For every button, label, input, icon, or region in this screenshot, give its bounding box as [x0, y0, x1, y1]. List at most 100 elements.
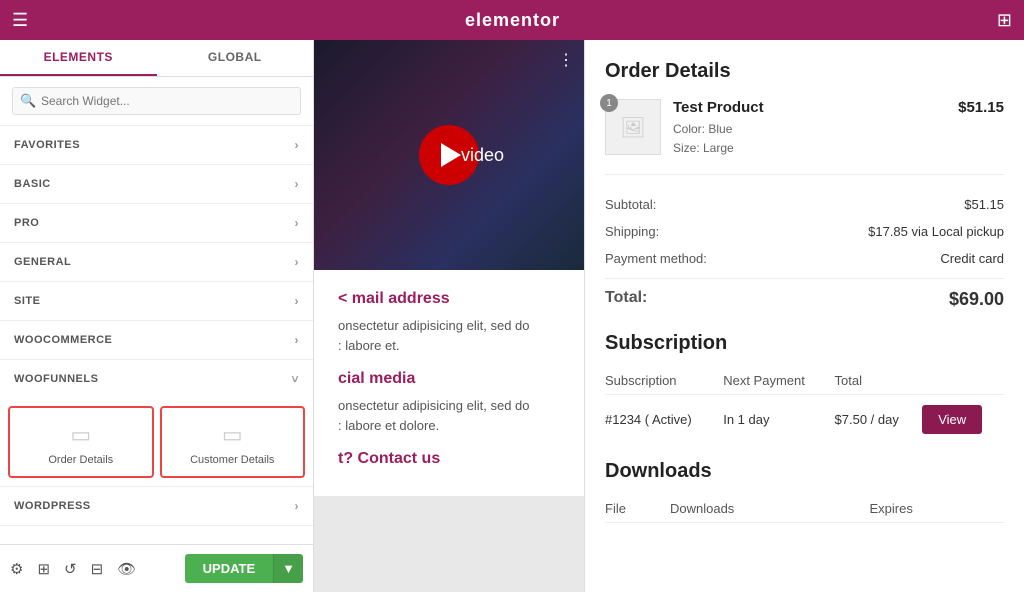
grid-icon[interactable]: ⊞ [997, 10, 1012, 31]
tab-elements[interactable]: ELEMENTS [0, 40, 157, 76]
sidebar-section-header-basic[interactable]: BASIC › [0, 165, 313, 203]
chevron-right-icon: › [295, 255, 300, 269]
product-badge: 1 [600, 94, 618, 112]
site-label: SITE [14, 295, 40, 307]
canvas-section3-title: t? Contact us [338, 450, 560, 468]
right-panel: Order Details 1 🖼 Test Product Color: Bl… [584, 40, 1024, 592]
downloads-col-downloads: Downloads [670, 495, 870, 523]
sidebar-section-basic: BASIC › [0, 165, 313, 204]
update-button-group: UPDATE ▼ [185, 554, 303, 583]
top-bar: ☰ elementor ⊞ [0, 0, 1024, 40]
payment-value: Credit card [940, 251, 1004, 266]
widget-customer-details-icon: ▭ [222, 422, 243, 448]
shipping-label: Shipping: [605, 224, 659, 239]
update-arrow-button[interactable]: ▼ [273, 554, 303, 583]
sub-view-cell: View [922, 395, 1004, 445]
product-color: Color: Blue [673, 120, 958, 139]
chevron-right-icon: › [295, 177, 300, 191]
sidebar-section-woocommerce: WOOCOMMERCE › [0, 321, 313, 360]
view-subscription-button[interactable]: View [922, 405, 982, 434]
play-triangle-icon [441, 143, 461, 167]
chevron-right-icon: › [295, 333, 300, 347]
order-line-subtotal: Subtotal: $51.15 [605, 191, 1004, 218]
widgets-grid: ▭ Order Details ▭ Customer Details [0, 398, 313, 486]
responsive-icon[interactable]: ⊟ [91, 560, 104, 578]
sidebar-section-header-woocommerce[interactable]: WOOCOMMERCE › [0, 321, 313, 359]
woocommerce-label: WOOCOMMERCE [14, 334, 112, 346]
table-row: #1234 ( Active) In 1 day $7.50 / day Vie… [605, 395, 1004, 445]
settings-icon[interactable]: ⚙ [10, 560, 23, 578]
canvas-section1-text1: onsectetur adipisicing elit, sed do [338, 316, 560, 336]
sidebar-section-header-site[interactable]: SITE › [0, 282, 313, 320]
sidebar-section-header-pro[interactable]: PRO › [0, 204, 313, 242]
downloads-col-file: File [605, 495, 670, 523]
hamburger-icon[interactable]: ☰ [12, 10, 28, 31]
widget-order-details-label: Order Details [48, 454, 113, 466]
chevron-down-icon: ˄ [291, 372, 299, 386]
canvas-area: video ⋮ < mail address onsectetur adipis… [314, 40, 584, 592]
sub-col-action [922, 367, 1004, 395]
canvas-section2-text2: : labore et dolore. [338, 416, 560, 436]
sidebar-sections: FAVORITES › BASIC › PRO › GENERAL [0, 126, 313, 544]
canvas-content: < mail address onsectetur adipisicing el… [314, 270, 584, 496]
widget-order-details[interactable]: ▭ Order Details [8, 406, 154, 478]
sidebar-tabs: ELEMENTS GLOBAL [0, 40, 313, 77]
subtotal-value: $51.15 [964, 197, 1004, 212]
sidebar-section-woofunnels: WOOFUNNELS ˄ ▭ Order Details ▭ Customer … [0, 360, 313, 487]
layers-icon[interactable]: ⊞ [37, 560, 50, 578]
bottom-toolbar: ⚙ ⊞ ↺ ⊟ 👁 UPDATE ▼ [0, 544, 313, 592]
tab-global[interactable]: GLOBAL [157, 40, 314, 76]
search-wrapper: 🔍 [12, 87, 301, 115]
subscription-table: Subscription Next Payment Total #1234 ( … [605, 367, 1004, 444]
sidebar-section-general: GENERAL › [0, 243, 313, 282]
sidebar-section-header-wordpress[interactable]: WORDPRESS › [0, 487, 313, 525]
payment-label: Payment method: [605, 251, 707, 266]
shipping-value: $17.85 via Local pickup [868, 224, 1004, 239]
history-icon[interactable]: ↺ [64, 560, 77, 578]
toolbar-icons: ⚙ ⊞ ↺ ⊟ 👁 [10, 560, 136, 578]
order-line-shipping: Shipping: $17.85 via Local pickup [605, 218, 1004, 245]
product-name: Test Product [673, 99, 958, 116]
canvas-section2-title: cial media [338, 370, 560, 388]
sub-col-next-payment: Next Payment [723, 367, 834, 395]
sub-total: $7.50 / day [835, 395, 923, 445]
chevron-right-icon: › [295, 138, 300, 152]
wordpress-label: WORDPRESS [14, 500, 91, 512]
sub-next-payment: In 1 day [723, 395, 834, 445]
sub-col-subscription: Subscription [605, 367, 723, 395]
sidebar-section-wordpress: WORDPRESS › [0, 487, 313, 526]
canvas-section1-text2: : labore et. [338, 336, 560, 356]
sidebar-section-header-favorites[interactable]: FAVORITES › [0, 126, 313, 164]
content-area: video ⋮ < mail address onsectetur adipis… [314, 40, 1024, 592]
chevron-right-icon: › [295, 294, 300, 308]
downloads-table: File Downloads Expires [605, 495, 1004, 523]
sidebar-section-header-woofunnels[interactable]: WOOFUNNELS ˄ [0, 360, 313, 398]
canvas-section1-title: < mail address [338, 290, 560, 308]
search-input[interactable] [12, 87, 301, 115]
woofunnels-label: WOOFUNNELS [14, 373, 98, 385]
widget-order-details-icon: ▭ [70, 422, 91, 448]
sub-col-total: Total [835, 367, 923, 395]
video-section: video ⋮ [314, 40, 584, 270]
basic-label: BASIC [14, 178, 51, 190]
sidebar-section-header-general[interactable]: GENERAL › [0, 243, 313, 281]
product-thumbnail: 1 🖼 [605, 99, 661, 155]
video-options-icon[interactable]: ⋮ [558, 50, 574, 70]
subtotal-label: Subtotal: [605, 197, 656, 212]
preview-icon[interactable]: 👁 [117, 560, 136, 578]
sidebar-section-site: SITE › [0, 282, 313, 321]
app-logo: elementor [465, 10, 560, 31]
general-label: GENERAL [14, 256, 71, 268]
main-layout: ELEMENTS GLOBAL 🔍 FAVORITES › BASIC › [0, 40, 1024, 592]
product-image-icon: 🖼 [620, 115, 645, 140]
sidebar-search: 🔍 [0, 77, 313, 126]
order-product-row: 1 🖼 Test Product Color: Blue Size: Large… [605, 99, 1004, 175]
sidebar-section-favorites: FAVORITES › [0, 126, 313, 165]
widget-customer-details[interactable]: ▭ Customer Details [160, 406, 306, 478]
update-button[interactable]: UPDATE [185, 554, 273, 583]
total-value: $69.00 [949, 289, 1004, 310]
video-label: video [461, 145, 504, 166]
product-info: Test Product Color: Blue Size: Large [673, 99, 958, 158]
product-price: $51.15 [958, 99, 1004, 116]
downloads-col-expires: Expires [870, 495, 1005, 523]
